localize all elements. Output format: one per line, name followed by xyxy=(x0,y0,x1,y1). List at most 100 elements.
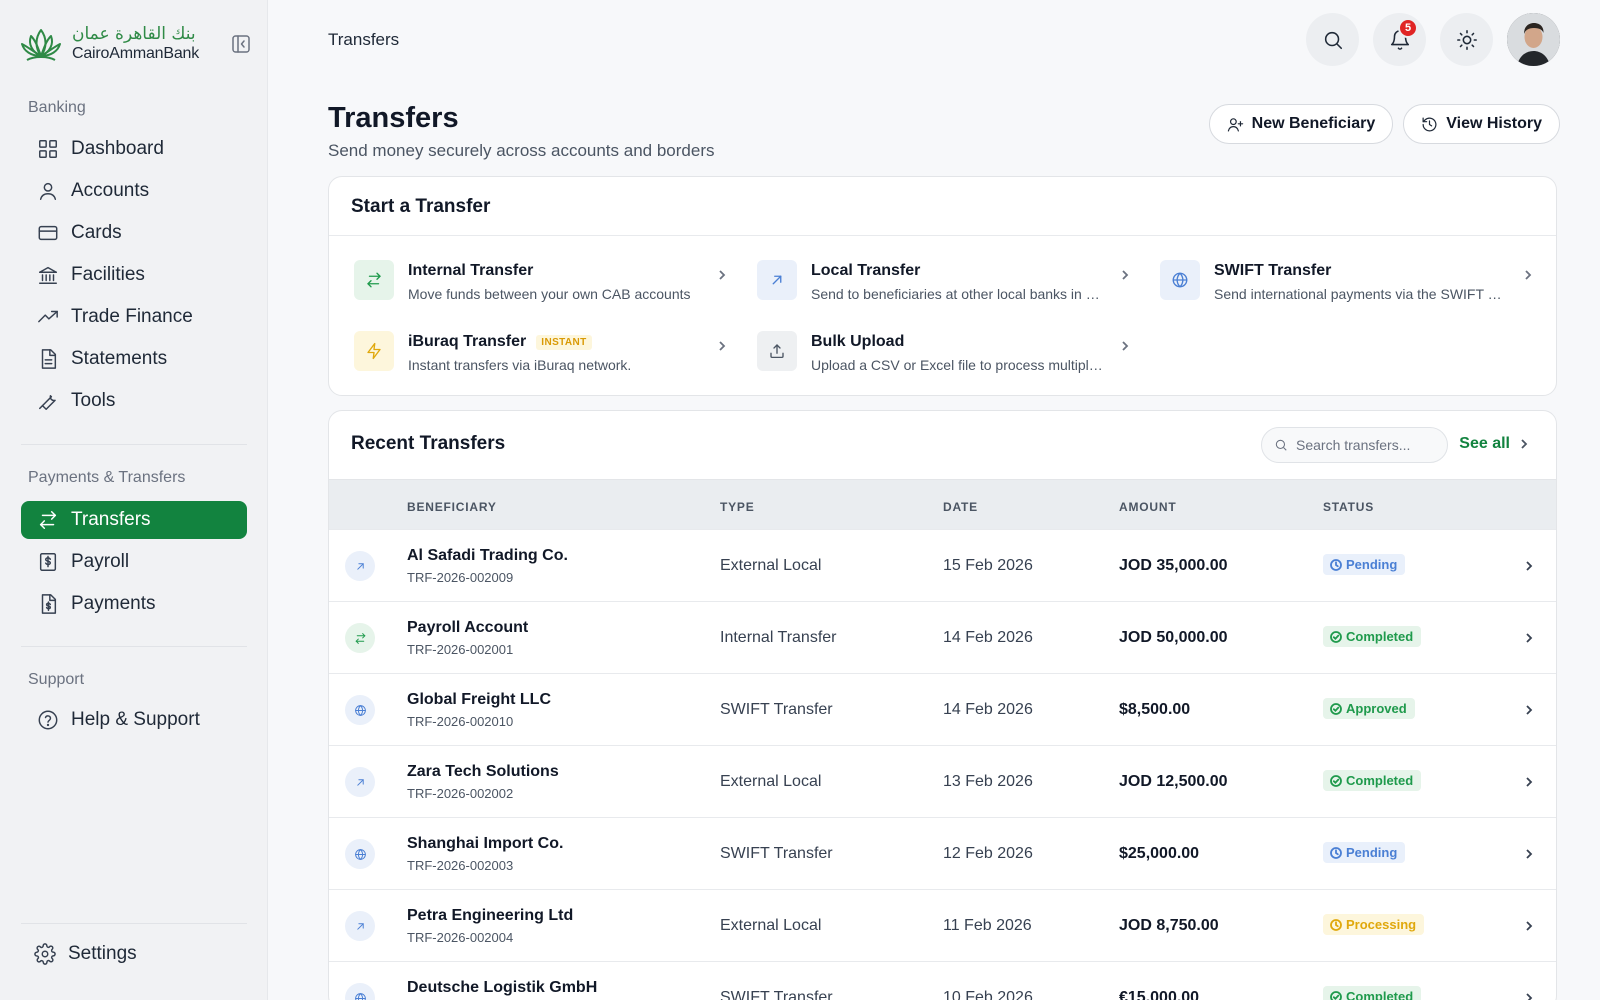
transfer-amount: $8,500.00 xyxy=(1119,701,1191,718)
table-row[interactable]: Shanghai Import Co. TRF-2026-002003 SWIFT … xyxy=(329,817,1556,889)
sun-icon xyxy=(1456,29,1477,50)
chevron-right-icon[interactable] xyxy=(1522,991,1536,1000)
instant-tag: INSTANT xyxy=(536,334,592,350)
chevron-right-icon[interactable] xyxy=(1522,559,1536,573)
local-transfer-icon-box xyxy=(757,260,797,300)
status-badge: Approved xyxy=(1323,698,1415,719)
table-row[interactable]: Zara Tech Solutions TRF-2026-002002 Extern… xyxy=(329,745,1556,817)
search-button[interactable] xyxy=(1306,13,1359,66)
local-transfer-option[interactable]: Local Transfer Send to beneficiaries at … xyxy=(757,260,1132,316)
arrows-swap-icon xyxy=(367,272,381,288)
sidebar-item-accounts[interactable]: Accounts xyxy=(21,172,247,210)
chevron-right-icon[interactable] xyxy=(1522,847,1536,861)
sidebar-item-help-support[interactable]: Help & Support xyxy=(21,701,247,739)
column-header-status[interactable]: STATUS xyxy=(1323,500,1374,514)
search-transfers-input[interactable] xyxy=(1296,437,1436,453)
sidebar-item-dashboard[interactable]: Dashboard xyxy=(21,130,247,168)
table-row[interactable]: Deutsche Logistik GmbH SWIFT Transfer 10 F… xyxy=(329,961,1556,1000)
chevron-right-icon xyxy=(719,341,726,351)
user-avatar-icon xyxy=(1507,13,1560,66)
chevron-right-icon[interactable] xyxy=(1522,775,1536,789)
brand-logo[interactable]: بنك القاهرة عمان CairoAmmanBank xyxy=(18,24,199,64)
document-icon xyxy=(41,349,57,369)
search-icon xyxy=(1275,439,1287,451)
transfer-type-icon-box xyxy=(345,551,375,581)
beneficiary-name: Al Safadi Trading Co. xyxy=(407,547,568,564)
new-beneficiary-button[interactable]: New Beneficiary xyxy=(1208,104,1394,144)
swift-transfer-option[interactable]: SWIFT Transfer Send international paymen… xyxy=(1160,260,1535,316)
table-row[interactable]: Petra Engineering Ltd TRF-2026-002004 Exte… xyxy=(329,889,1556,961)
status-label: Pending xyxy=(1346,845,1398,860)
iburaq-transfer-icon-box xyxy=(354,331,394,371)
iburaq-transfer-option[interactable]: iBuraq Transfer INSTANT Instant transfer… xyxy=(354,331,729,387)
transfer-date: 14 Feb 2026 xyxy=(943,701,1033,718)
chevron-right-icon[interactable] xyxy=(1522,703,1536,717)
column-header-beneficiary[interactable]: BENEFICIARY xyxy=(407,500,497,514)
option-title: Bulk Upload xyxy=(811,333,905,350)
bulk-upload-icon-box xyxy=(757,331,797,371)
status-label: Completed xyxy=(1346,989,1414,1000)
column-header-date[interactable]: DATE xyxy=(943,500,978,514)
notifications-button[interactable]: 5 xyxy=(1373,13,1426,66)
internal-transfer-option[interactable]: Internal Transfer Move funds between you… xyxy=(354,260,729,316)
page-title: Transfers xyxy=(328,102,459,134)
swift-transfer-icon-box xyxy=(1160,260,1200,300)
main-content: Transfers 5 Transfers Send money securel… xyxy=(268,0,1600,1000)
table-row[interactable]: Al Safadi Trading Co. TRF-2026-002009 Exte… xyxy=(329,529,1556,601)
sidebar-item-facilities[interactable]: Facilities xyxy=(21,256,247,294)
section-label-support: Support xyxy=(28,671,85,688)
transfer-reference: TRF-2026-002001 xyxy=(407,642,514,657)
transfer-type: External Local xyxy=(720,557,822,574)
sidebar-item-statements[interactable]: Statements xyxy=(21,340,247,378)
transfer-date: 11 Feb 2026 xyxy=(943,917,1032,934)
transfer-type: SWIFT Transfer xyxy=(720,989,833,1000)
sidebar-item-label: Settings xyxy=(68,943,137,964)
sidebar-item-tools[interactable]: Tools xyxy=(21,382,247,420)
table-row[interactable]: Payroll Account TRF-2026-002001 Internal T… xyxy=(329,601,1556,673)
transfer-amount: JOD 50,000.00 xyxy=(1119,629,1228,646)
globe-icon xyxy=(354,704,366,716)
table-row[interactable]: Global Freight LLC TRF-2026-002010 SWIFT T… xyxy=(329,673,1556,745)
theme-toggle-button[interactable] xyxy=(1440,13,1493,66)
page-actions: New Beneficiary View History xyxy=(1208,104,1560,144)
status-label: Completed xyxy=(1346,773,1414,788)
search-transfers-box xyxy=(1261,427,1448,463)
sidebar-item-label: Trade Finance xyxy=(71,306,193,327)
transfer-date: 13 Feb 2026 xyxy=(943,773,1033,790)
chevron-right-icon xyxy=(1122,270,1129,280)
check-circle-icon xyxy=(1330,774,1342,787)
beneficiary-name: Global Freight LLC xyxy=(407,691,551,708)
chevron-right-icon[interactable] xyxy=(1522,631,1536,645)
option-title: SWIFT Transfer xyxy=(1214,262,1332,279)
column-header-amount[interactable]: AMOUNT xyxy=(1119,500,1176,514)
transfer-reference: TRF-2026-002003 xyxy=(407,858,514,873)
sidebar-item-transfers[interactable]: Transfers xyxy=(21,501,247,539)
sidebar-item-settings[interactable]: Settings xyxy=(18,935,244,973)
avatar[interactable] xyxy=(1507,13,1560,66)
arrow-up-right-icon xyxy=(772,275,782,285)
view-history-button[interactable]: View History xyxy=(1403,104,1560,144)
chevron-right-icon xyxy=(1521,439,1528,449)
sidebar: بنك القاهرة عمان CairoAmmanBank Banking … xyxy=(0,0,268,1000)
sidebar-divider xyxy=(21,646,247,647)
bulk-upload-option[interactable]: Bulk Upload Upload a CSV or Excel file t… xyxy=(757,331,1132,387)
transfer-type-icon-box xyxy=(345,695,375,725)
sidebar-item-payroll[interactable]: Payroll xyxy=(21,543,247,581)
bank-icon xyxy=(39,266,57,284)
status-label: Completed xyxy=(1346,629,1414,644)
header-actions: 5 xyxy=(1306,13,1560,66)
sidebar-item-label: Transfers xyxy=(71,509,151,530)
column-header-type[interactable]: TYPE xyxy=(720,500,755,514)
chevron-right-icon[interactable] xyxy=(1522,919,1536,933)
transfer-date: 15 Feb 2026 xyxy=(943,557,1033,574)
sidebar-item-cards[interactable]: Cards xyxy=(21,214,247,252)
history-icon xyxy=(1422,117,1437,131)
see-all-link[interactable]: See all xyxy=(1459,435,1530,453)
transfer-type-icon-box xyxy=(345,623,375,653)
sidebar-item-payments[interactable]: Payments xyxy=(21,585,247,623)
file-dollar-icon xyxy=(41,594,57,614)
sidebar-item-label: Payments xyxy=(71,593,156,614)
collapse-sidebar-icon[interactable] xyxy=(231,34,251,54)
start-transfer-card: Start a Transfer Internal Transfer Move … xyxy=(328,176,1557,396)
sidebar-item-trade-finance[interactable]: Trade Finance xyxy=(21,298,247,336)
